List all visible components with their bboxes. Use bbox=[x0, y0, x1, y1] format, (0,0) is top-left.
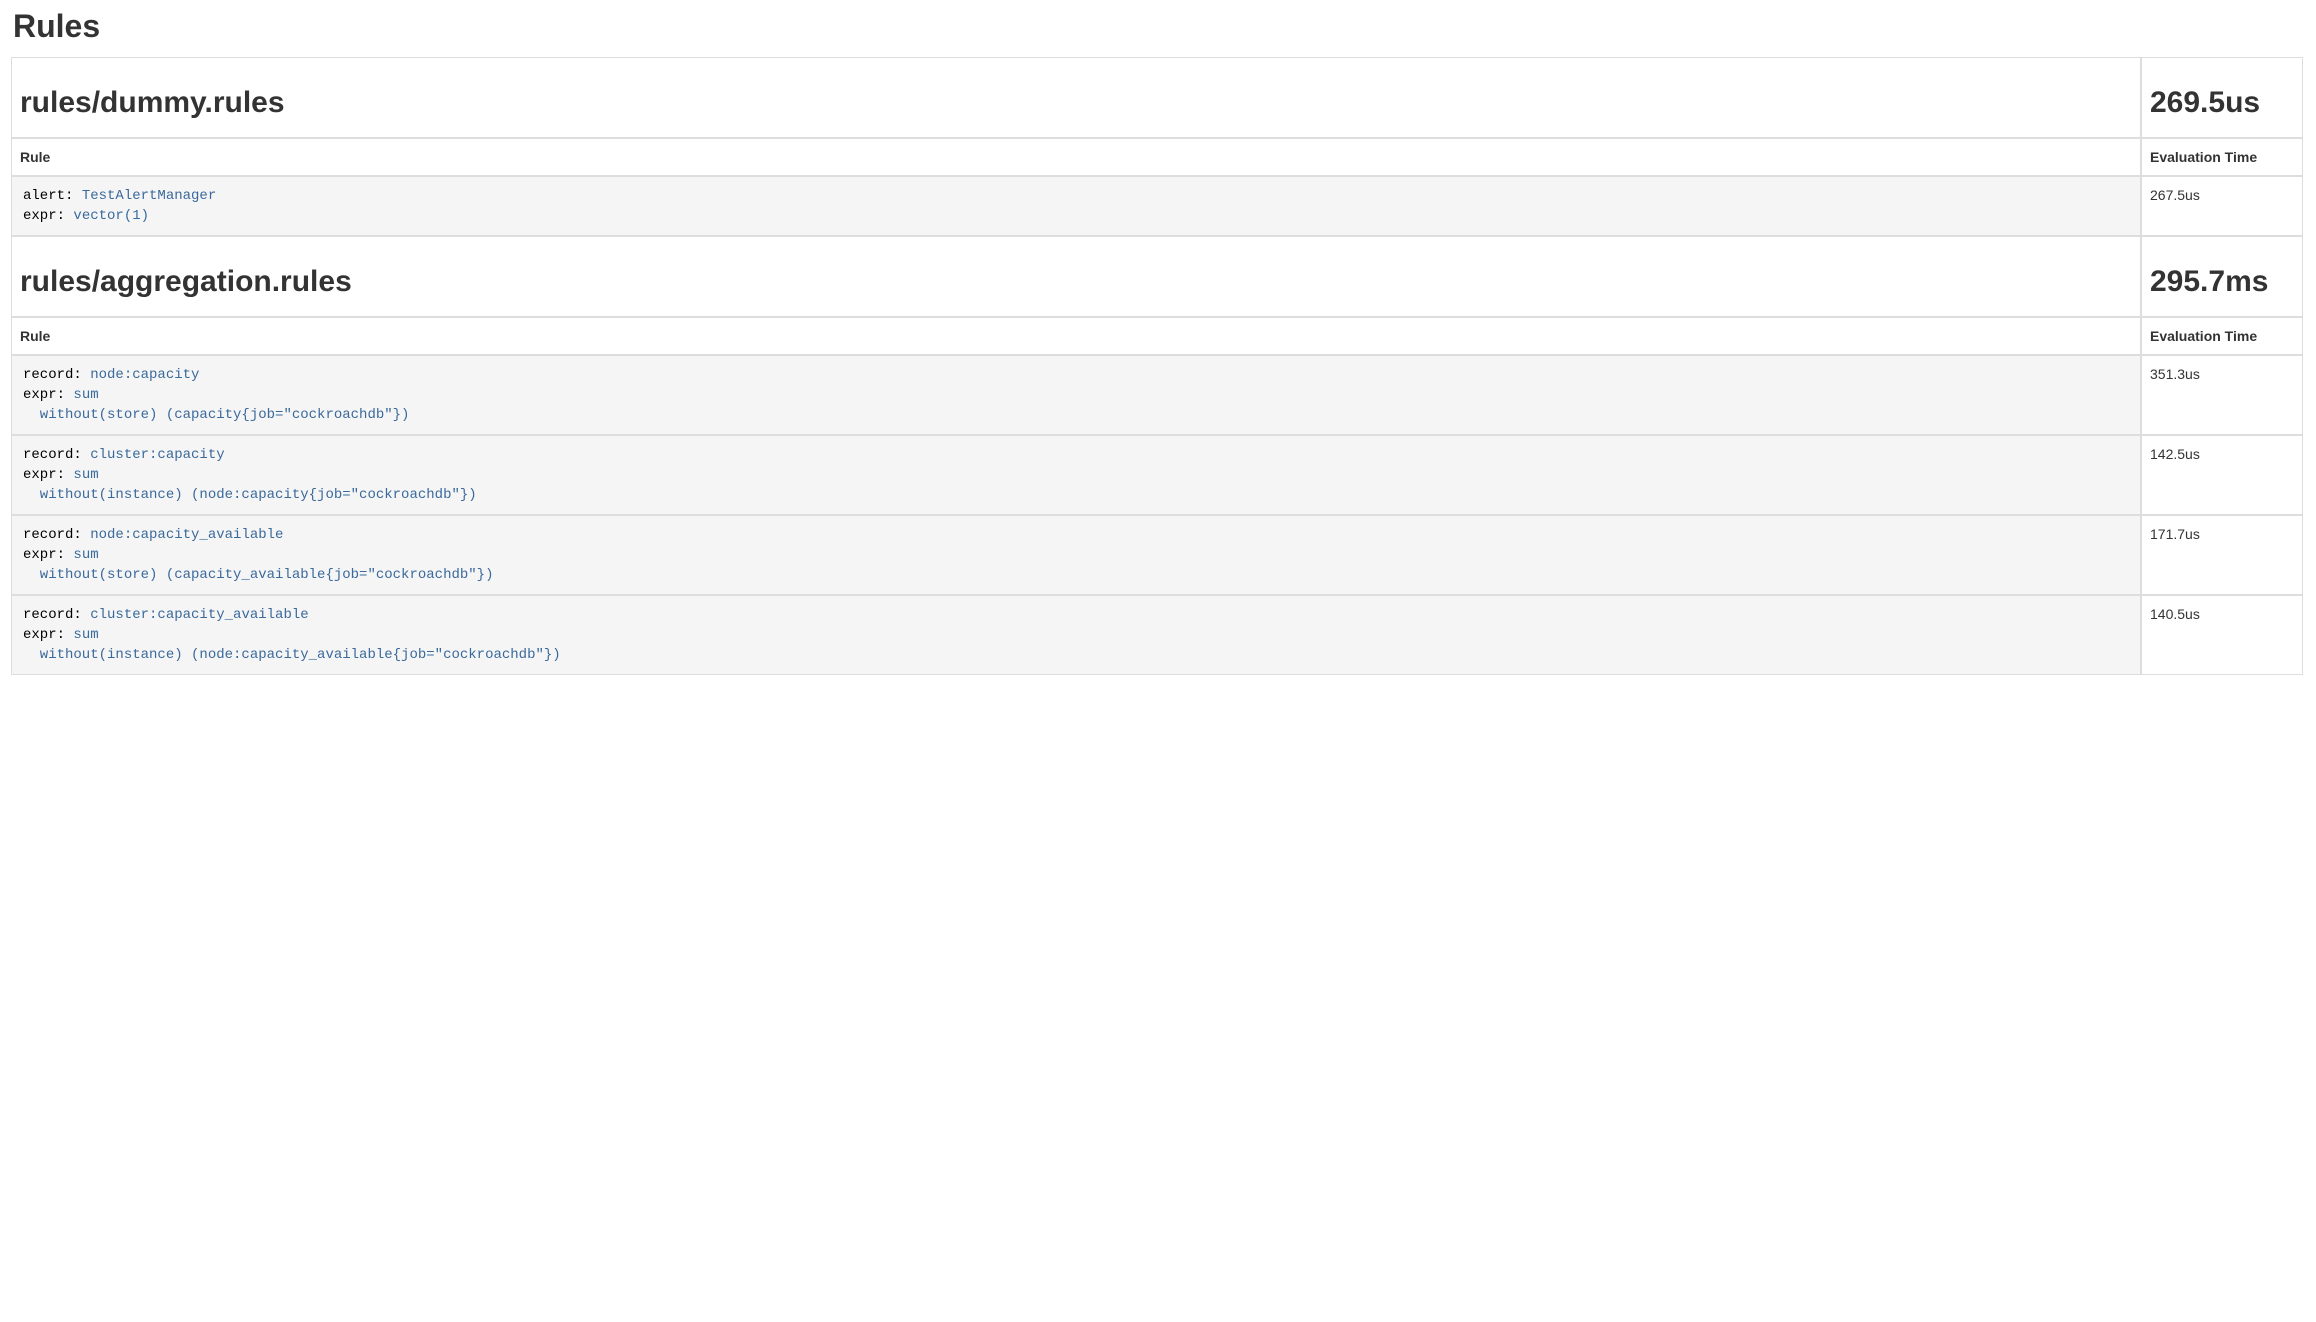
rule-link[interactable]: vector(1) bbox=[73, 208, 149, 224]
rule-cell: record: node:capacity_available expr: su… bbox=[11, 515, 2141, 595]
rule-link[interactable]: sum without(store) (capacity{job="cockro… bbox=[23, 387, 409, 423]
rule-column-header: Rule bbox=[11, 138, 2141, 176]
group-evaluation-time: 269.5us bbox=[2150, 86, 2294, 119]
rule-definition: record: cluster:capacity expr: sum witho… bbox=[20, 444, 2132, 506]
rule-link[interactable]: node:capacity_available bbox=[90, 527, 283, 543]
rule-field-label: expr: bbox=[23, 547, 73, 563]
rule-evaluation-time: 171.7us bbox=[2141, 515, 2303, 595]
rule-field-label: expr: bbox=[23, 627, 73, 643]
rule-field-label: expr: bbox=[23, 208, 73, 224]
rule-group-header-row: rules/aggregation.rules 295.7ms bbox=[11, 236, 2303, 317]
rule-link[interactable]: TestAlertManager bbox=[82, 188, 216, 204]
column-header-row: RuleEvaluation Time bbox=[11, 138, 2303, 176]
page-title: Rules bbox=[13, 8, 2303, 45]
rule-file-name: rules/dummy.rules bbox=[20, 86, 2132, 119]
rule-row: record: cluster:capacity expr: sum witho… bbox=[11, 435, 2303, 515]
rule-evaluation-time: 351.3us bbox=[2141, 355, 2303, 435]
rule-cell: alert: TestAlertManager expr: vector(1) bbox=[11, 176, 2141, 236]
rule-evaluation-time: 142.5us bbox=[2141, 435, 2303, 515]
rule-field-label: record: bbox=[23, 367, 90, 383]
rule-link[interactable]: cluster:capacity bbox=[90, 447, 224, 463]
rule-row: record: node:capacity expr: sum without(… bbox=[11, 355, 2303, 435]
rule-evaluation-time: 140.5us bbox=[2141, 595, 2303, 675]
rule-group-header-row: rules/dummy.rules 269.5us bbox=[11, 57, 2303, 138]
rule-link[interactable]: sum without(store) (capacity_available{j… bbox=[23, 547, 493, 583]
rule-field-label: record: bbox=[23, 447, 90, 463]
rule-field-label: expr: bbox=[23, 387, 73, 403]
rule-cell: record: cluster:capacity expr: sum witho… bbox=[11, 435, 2141, 515]
rule-link[interactable]: sum without(instance) (node:capacity{job… bbox=[23, 467, 477, 503]
rule-link[interactable]: node:capacity bbox=[90, 367, 199, 383]
rule-column-header: Rule bbox=[11, 317, 2141, 355]
evaluation-time-column-header: Evaluation Time bbox=[2141, 317, 2303, 355]
rule-evaluation-time: 267.5us bbox=[2141, 176, 2303, 236]
rules-table: rules/dummy.rules269.5usRuleEvaluation T… bbox=[11, 57, 2303, 675]
rule-definition: record: cluster:capacity_available expr:… bbox=[20, 604, 2132, 666]
rule-definition: record: node:capacity expr: sum without(… bbox=[20, 364, 2132, 426]
rule-cell: record: cluster:capacity_available expr:… bbox=[11, 595, 2141, 675]
rule-link[interactable]: cluster:capacity_available bbox=[90, 607, 308, 623]
evaluation-time-column-header: Evaluation Time bbox=[2141, 138, 2303, 176]
rule-definition: alert: TestAlertManager expr: vector(1) bbox=[20, 185, 2132, 227]
rule-link[interactable]: sum without(instance) (node:capacity_ava… bbox=[23, 627, 561, 663]
rules-page: Rules rules/dummy.rules269.5usRuleEvalua… bbox=[0, 8, 2316, 675]
rule-row: record: node:capacity_available expr: su… bbox=[11, 515, 2303, 595]
rule-field-label: record: bbox=[23, 527, 90, 543]
rule-row: record: cluster:capacity_available expr:… bbox=[11, 595, 2303, 675]
rule-field-label: alert: bbox=[23, 188, 82, 204]
group-evaluation-time: 295.7ms bbox=[2150, 265, 2294, 298]
rule-row: alert: TestAlertManager expr: vector(1)2… bbox=[11, 176, 2303, 236]
rule-definition: record: node:capacity_available expr: su… bbox=[20, 524, 2132, 586]
rule-file-name: rules/aggregation.rules bbox=[20, 265, 2132, 298]
rule-cell: record: node:capacity expr: sum without(… bbox=[11, 355, 2141, 435]
rule-field-label: expr: bbox=[23, 467, 73, 483]
rule-field-label: record: bbox=[23, 607, 90, 623]
column-header-row: RuleEvaluation Time bbox=[11, 317, 2303, 355]
